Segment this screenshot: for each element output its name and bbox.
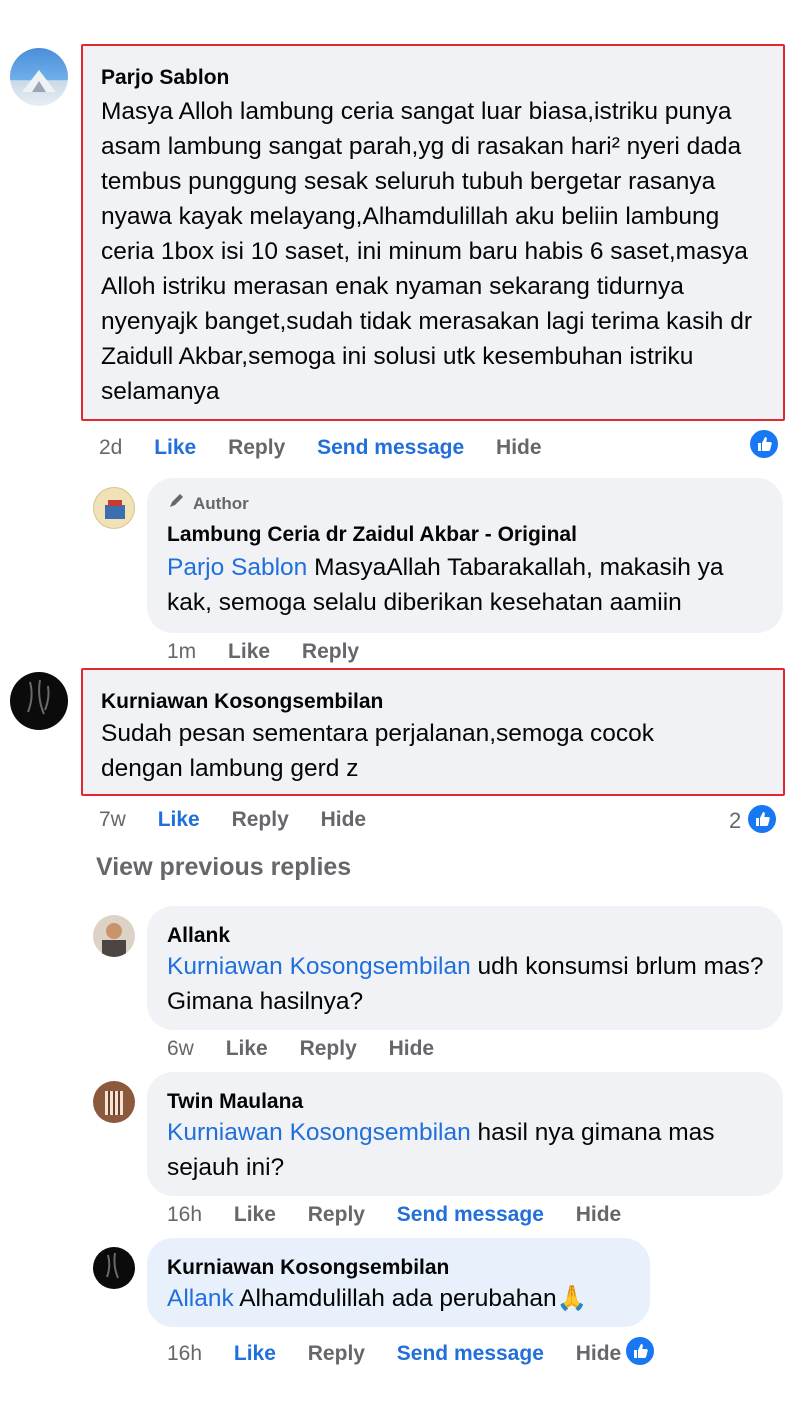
timestamp[interactable]: 1m [167, 640, 196, 664]
reply-actions: 16h Like Reply Send message Hide [167, 1203, 647, 1227]
avatar-image [105, 500, 125, 519]
send-message-button[interactable]: Send message [397, 1342, 544, 1366]
mention-link[interactable]: Kurniawan Kosongsembilan [167, 953, 471, 980]
like-button[interactable]: Like [234, 1203, 276, 1227]
like-reaction-icon[interactable] [748, 428, 780, 460]
reply-body: Alhamdulillah ada perubahan [233, 1285, 557, 1312]
reply-author[interactable]: Twin Maulana [167, 1090, 303, 1114]
author-badge: Author [167, 492, 249, 515]
author-badge-label: Author [193, 493, 249, 513]
avatar[interactable] [93, 1081, 135, 1123]
comment-actions: 7w Like Reply Hide [99, 808, 392, 832]
hide-button[interactable]: Hide [496, 436, 542, 460]
reply-bubble: Allank Kurniawan Kosongsembilan udh kons… [147, 906, 783, 1030]
avatar[interactable] [10, 672, 68, 730]
reply-text: Parjo Sablon MasyaAllah Tabarakallah, ma… [167, 550, 767, 620]
reply-text: Kurniawan Kosongsembilan udh konsumsi br… [167, 949, 767, 1019]
like-button[interactable]: Like [158, 808, 200, 832]
reply-bubble: Author Lambung Ceria dr Zaidul Akbar - O… [147, 478, 783, 633]
reply-button[interactable]: Reply [302, 640, 359, 664]
comment-bubble: Kurniawan Kosongsembilan Sudah pesan sem… [81, 668, 785, 796]
reply-text: Kurniawan Kosongsembilan hasil nya giman… [167, 1115, 767, 1185]
reaction-count[interactable]: 2 [729, 808, 741, 834]
hide-button[interactable]: Hide [321, 808, 367, 832]
reply-button[interactable]: Reply [300, 1037, 357, 1061]
mention-link[interactable]: Kurniawan Kosongsembilan [167, 1119, 471, 1146]
comment-text: Sudah pesan sementara perjalanan,semoga … [101, 720, 654, 782]
timestamp[interactable]: 7w [99, 808, 126, 832]
reply-actions: 16h Like Reply Send message Hide [167, 1342, 647, 1366]
view-previous-replies-link[interactable]: View previous replies [96, 853, 351, 882]
reply-actions: 1m Like Reply [167, 640, 385, 664]
avatar[interactable] [93, 1247, 135, 1289]
reply-button[interactable]: Reply [232, 808, 289, 832]
pen-icon [167, 492, 187, 515]
timestamp[interactable]: 6w [167, 1037, 194, 1061]
comment-actions: 2d Like Reply Send message Hide [99, 436, 568, 460]
avatar-image [27, 679, 50, 715]
reply-button[interactable]: Reply [308, 1342, 365, 1366]
reply-actions: 6w Like Reply Hide [167, 1037, 460, 1061]
avatar[interactable] [93, 915, 135, 957]
like-button[interactable]: Like [228, 640, 270, 664]
like-button[interactable]: Like [226, 1037, 268, 1061]
avatar-image [22, 70, 56, 92]
like-reaction-icon[interactable] [624, 1335, 656, 1367]
reply-bubble: Kurniawan Kosongsembilan Allank Alhamdul… [147, 1238, 650, 1327]
comment-text: Masya Alloh lambung ceria sangat luar bi… [101, 98, 752, 405]
like-button[interactable]: Like [154, 436, 196, 460]
avatar-image [102, 923, 126, 957]
comment-bubble: Parjo Sablon Masya Alloh lambung ceria s… [81, 44, 785, 421]
comment-author[interactable]: Kurniawan Kosongsembilan [101, 690, 383, 714]
reply-author[interactable]: Allank [167, 924, 230, 948]
hide-button[interactable]: Hide [389, 1037, 435, 1061]
reply-button[interactable]: Reply [228, 436, 285, 460]
timestamp[interactable]: 16h [167, 1342, 202, 1366]
praying-hands-icon: 🙏 [556, 1285, 588, 1312]
avatar[interactable] [93, 487, 135, 529]
avatar-image [106, 1252, 119, 1279]
comment-author[interactable]: Parjo Sablon [101, 66, 229, 90]
reply-text: Allank Alhamdulillah ada perubahan🙏 [167, 1281, 647, 1316]
like-reaction-icon[interactable] [746, 803, 778, 835]
reply-bubble: Twin Maulana Kurniawan Kosongsembilan ha… [147, 1072, 783, 1196]
timestamp[interactable]: 16h [167, 1203, 202, 1227]
send-message-button[interactable]: Send message [397, 1203, 544, 1227]
avatar-image [105, 1091, 123, 1115]
hide-button[interactable]: Hide [576, 1203, 622, 1227]
like-button[interactable]: Like [234, 1342, 276, 1366]
avatar[interactable] [10, 48, 68, 106]
mention-link[interactable]: Parjo Sablon [167, 554, 307, 581]
mention-link[interactable]: Allank [167, 1285, 234, 1312]
timestamp[interactable]: 2d [99, 436, 122, 460]
hide-button[interactable]: Hide [576, 1342, 622, 1366]
reply-author[interactable]: Kurniawan Kosongsembilan [167, 1256, 449, 1280]
reply-author[interactable]: Lambung Ceria dr Zaidul Akbar - Original [167, 523, 577, 547]
send-message-button[interactable]: Send message [317, 436, 464, 460]
reply-button[interactable]: Reply [308, 1203, 365, 1227]
